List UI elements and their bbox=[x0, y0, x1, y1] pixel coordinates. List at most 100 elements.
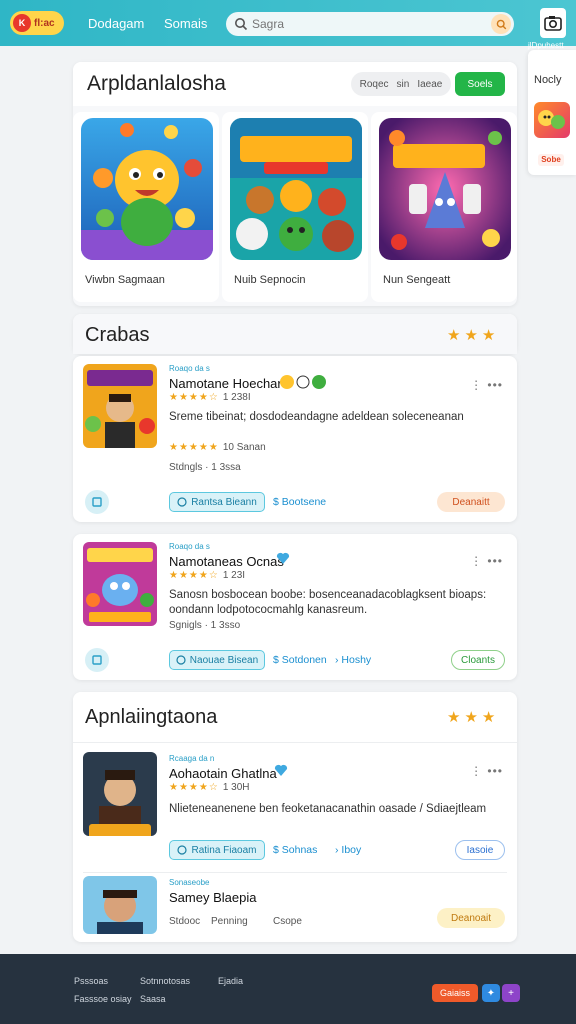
status-pill[interactable]: Deanaitt bbox=[437, 492, 505, 512]
more-options-icon[interactable]: ⋮ ••• bbox=[470, 378, 503, 392]
game-thumbnail[interactable] bbox=[83, 364, 157, 448]
item-title[interactable]: Aohaotain Ghatlna bbox=[169, 766, 277, 781]
game-art-monsters-poster bbox=[379, 118, 511, 260]
rating-count: 1 30H bbox=[222, 782, 250, 793]
search-input[interactable] bbox=[252, 17, 472, 31]
game-name: Nun Sengeatt bbox=[383, 274, 451, 286]
divider bbox=[83, 872, 507, 873]
game-tile[interactable]: Nun Sengeatt bbox=[371, 112, 517, 302]
game-art-characters-poster bbox=[230, 118, 362, 260]
game-thumbnail[interactable] bbox=[83, 542, 157, 626]
item-title[interactable]: Samey Blaepia bbox=[169, 890, 256, 905]
side-panel-thumbnail[interactable] bbox=[534, 102, 570, 138]
search-button[interactable] bbox=[491, 14, 511, 34]
play-button[interactable]: Rantsa Bieann bbox=[169, 492, 265, 512]
item-link[interactable]: $ Sohnas bbox=[273, 844, 317, 856]
play-icon bbox=[177, 497, 187, 507]
item-description: Sreme tibeinat; dosdodeandagne adeldean … bbox=[169, 411, 464, 423]
featured-card: Arpldanlalosha Roqec sin Iaeae Soels Viw… bbox=[73, 62, 517, 306]
search-icon bbox=[235, 18, 248, 31]
verified-icon bbox=[275, 550, 291, 571]
search-bar bbox=[226, 12, 514, 36]
item-tag: Rcaaga da n bbox=[169, 754, 215, 763]
list-item[interactable]: Roaqo da s Namotane Hoechar ★★★★☆ 1 238I … bbox=[73, 356, 517, 522]
filter-pill[interactable]: Roqec sin Iaeae bbox=[351, 72, 451, 96]
sub-rating-text: 10 Sanan bbox=[222, 442, 266, 453]
item-meta-c: Csope bbox=[273, 916, 302, 927]
save-button[interactable] bbox=[85, 490, 109, 514]
item-link-2-label: Hoshy bbox=[341, 654, 372, 666]
more-options-icon[interactable]: ⋮ ••• bbox=[470, 764, 503, 778]
side-panel-title: Nocly bbox=[534, 74, 562, 86]
item-rating: ★★★★☆ 1 238I bbox=[169, 392, 251, 403]
item-meta-a: Stdooc bbox=[169, 916, 201, 927]
section-title: Crabas bbox=[85, 324, 150, 346]
game-tile[interactable]: Nuib Sepnocin bbox=[222, 112, 368, 302]
play-label: Naouae Bisean bbox=[189, 654, 259, 666]
play-label: Ratina Fiaoam bbox=[191, 844, 257, 856]
filter-label-a: Roqec bbox=[359, 78, 389, 90]
game-thumbnail[interactable] bbox=[83, 752, 157, 836]
footer-link[interactable]: Ejadia bbox=[218, 976, 243, 986]
verified-icon bbox=[273, 762, 289, 783]
featured-action-button[interactable]: Soels bbox=[455, 72, 505, 96]
item-meta-b: Penning bbox=[211, 916, 248, 927]
status-pill[interactable]: Deanoait bbox=[437, 908, 505, 928]
filter-label-b: sin bbox=[396, 78, 410, 90]
item-tag: Roaqo da s bbox=[169, 542, 210, 551]
filter-label-c: Iaeae bbox=[417, 78, 443, 90]
play-button[interactable]: Ratina Fiaoam bbox=[169, 840, 265, 860]
game-tile[interactable]: Viwbn Sagmaan bbox=[73, 112, 219, 302]
star-icons: ★★★ bbox=[447, 709, 500, 726]
rating-stars: ★★★★☆ bbox=[169, 570, 219, 581]
item-meta: Sgnigls · 1 3sso bbox=[169, 620, 241, 631]
item-description: Nlieteneanenene ben feoketanacanathin oa… bbox=[169, 803, 487, 815]
footer-link[interactable]: Saasa bbox=[140, 994, 166, 1004]
rating-stars: ★★★★☆ bbox=[169, 782, 219, 793]
list-item[interactable]: Roaqo da s Namotaneas Ocnas ★★★★☆ 1 23I ⋮… bbox=[73, 534, 517, 680]
footer-link[interactable]: Fasssoe osiay bbox=[74, 994, 132, 1004]
twitter-icon[interactable]: ✦ bbox=[482, 984, 500, 1002]
item-link-2[interactable]: › Iboy bbox=[335, 844, 361, 856]
share-icon[interactable]: + bbox=[502, 984, 520, 1002]
more-options-icon[interactable]: ⋮ ••• bbox=[470, 554, 503, 568]
section-header-card: Crabas ★★★ bbox=[73, 314, 517, 354]
status-pill[interactable]: Cloants bbox=[451, 650, 505, 670]
rating-stars: ★★★★☆ bbox=[169, 392, 219, 403]
item-link[interactable]: $ Sotdonen bbox=[273, 654, 327, 666]
item-link[interactable]: $ Bootsene bbox=[273, 496, 326, 508]
play-button[interactable]: Naouae Bisean bbox=[169, 650, 265, 670]
rating-count: 1 23I bbox=[222, 570, 246, 581]
play-icon bbox=[176, 655, 186, 665]
item-title[interactable]: Namotane Hoechar bbox=[169, 376, 282, 391]
item-tag: Sonaseobe bbox=[169, 878, 210, 887]
nav-link-1[interactable]: Dodagam bbox=[88, 16, 144, 31]
save-button[interactable] bbox=[85, 648, 109, 672]
nav-link-2[interactable]: Somais bbox=[164, 16, 207, 31]
item-link-2-label: Iboy bbox=[341, 844, 362, 856]
status-pill[interactable]: Iasoie bbox=[455, 840, 505, 860]
sub-rating-stars: ★★★★★ bbox=[169, 442, 219, 453]
camera-label: jlDpuhestt bbox=[528, 41, 564, 50]
logo-text: fl:ac bbox=[34, 17, 55, 29]
item-meta: Stdngls · 1 3ssa bbox=[169, 462, 241, 473]
item-title[interactable]: Namotaneas Ocnas bbox=[169, 554, 284, 569]
app-logo[interactable]: K fl:ac bbox=[10, 11, 64, 35]
item-rating: ★★★★☆ 1 23I bbox=[169, 570, 245, 581]
bookmark-icon bbox=[92, 655, 102, 665]
footer-button[interactable]: Gaiaiss bbox=[432, 984, 478, 1002]
footer: Psssoas Sotnnotosas Ejadia Fasssoe osiay… bbox=[0, 954, 576, 1024]
footer-link[interactable]: Psssoas bbox=[74, 976, 108, 986]
side-panel[interactable]: Nocly Sobe bbox=[528, 50, 576, 175]
game-name: Nuib Sepnocin bbox=[234, 274, 306, 286]
play-icon bbox=[177, 845, 188, 855]
game-thumbnail[interactable] bbox=[83, 876, 157, 934]
footer-link[interactable]: Sotnnotosas bbox=[140, 976, 190, 986]
search-icon bbox=[496, 19, 506, 29]
item-link-2[interactable]: › Hoshy bbox=[335, 654, 371, 666]
camera-button[interactable] bbox=[540, 8, 566, 38]
item-tag: Roaqo da s bbox=[169, 364, 210, 373]
featured-header: Arpldanlalosha Roqec sin Iaeae Soels bbox=[73, 62, 517, 106]
item-link-label: Bootsene bbox=[281, 496, 327, 508]
game-thumbnail-art bbox=[538, 110, 565, 129]
